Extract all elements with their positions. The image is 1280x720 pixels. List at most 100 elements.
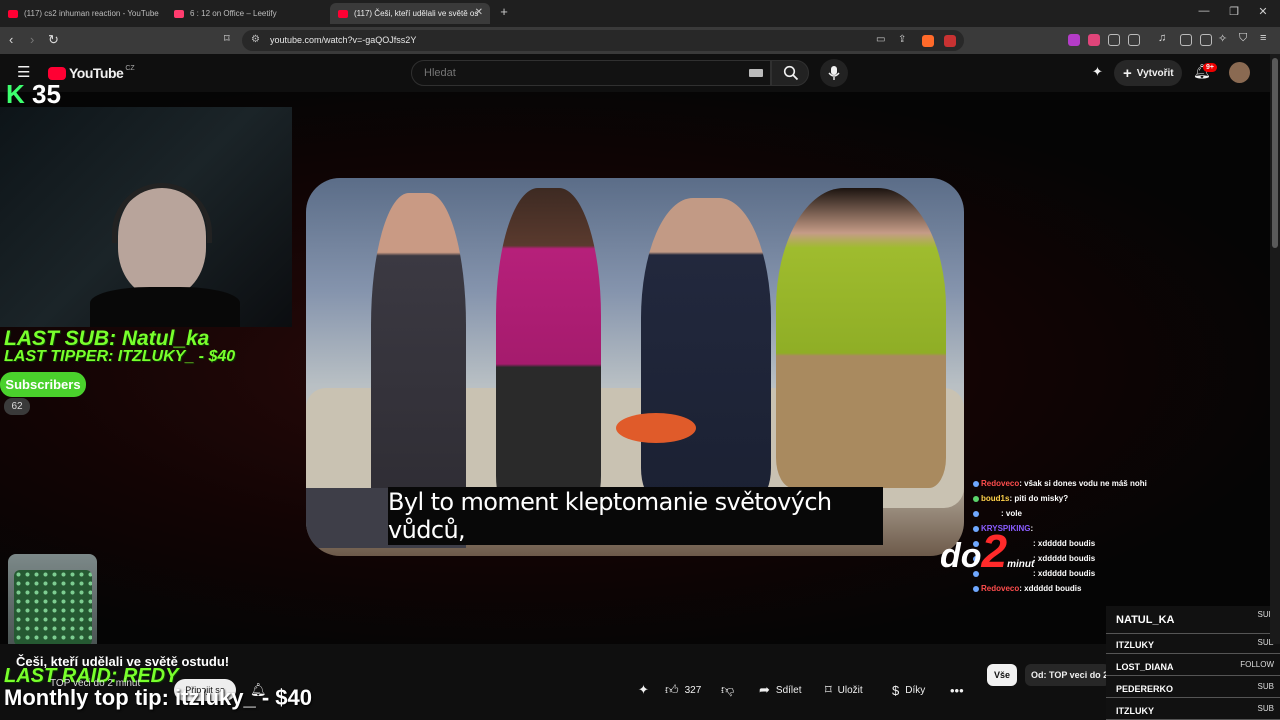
sparkle-ask-button[interactable]: ✦ (638, 680, 649, 700)
jar-beans (14, 570, 92, 646)
list-item: PEDERERKO SUB (1106, 678, 1280, 698)
reload-icon[interactable]: ↻ (48, 32, 59, 48)
flower-vase (616, 413, 696, 443)
notification-count-badge: 9+ (1203, 63, 1217, 72)
recent-events-list: NATUL_KA SUB ITZLUKY SUB LOST_DIANA FOLLOW … (1106, 606, 1280, 720)
close-window-button[interactable]: ✕ (1256, 5, 1270, 18)
new-tab-button[interactable]: + (497, 4, 511, 19)
share-page-icon[interactable]: ⇪ (898, 34, 906, 45)
search-button[interactable] (771, 60, 809, 86)
list-item: ITZLUKY SUB (1106, 700, 1280, 720)
more-actions-button[interactable]: ••• (950, 680, 964, 700)
search-box[interactable] (411, 60, 771, 86)
chat-message: boud1s: piti do misky? (973, 494, 1068, 503)
youtube-header: ☰ YouTube CZ ✦ + Vytvořit 🔔︎ 9+ (0, 54, 1280, 92)
browser-tab-1[interactable]: (117) cs2 inhuman reaction - YouTube (0, 3, 165, 24)
search-input[interactable] (424, 67, 724, 79)
youtube-play-icon (48, 66, 66, 80)
thumbs-down-icon: 👎︎ (721, 682, 735, 697)
youtube-favicon-icon (8, 9, 18, 18)
browser-tab-3-active[interactable]: (117) Češi, kteří udělali ve světě os ✕ (330, 3, 490, 24)
plus-icon: + (1123, 64, 1132, 82)
youtube-logo[interactable]: YouTube CZ (48, 65, 135, 81)
leo-ai-icon[interactable]: ✧ (1218, 32, 1227, 45)
avatar[interactable] (1229, 62, 1250, 83)
streamer-shirt (90, 287, 240, 327)
chip-all[interactable]: Vše (987, 664, 1017, 686)
brave-rewards-icon[interactable] (944, 35, 956, 47)
url-text: youtube.com/watch?v=-gaQOJfss2Y (270, 35, 417, 45)
bookmark-icon[interactable]: ⌑ (224, 32, 230, 45)
kick-logo: K 35 (6, 79, 61, 110)
extension-icon[interactable] (1108, 34, 1120, 46)
maximize-button[interactable]: ❐ (1227, 5, 1241, 18)
create-label: Vytvořit (1136, 67, 1174, 79)
headphones-icon (112, 183, 212, 243)
chat-message: Redoveco: však si dones vodu ne máš nohi (973, 479, 1147, 488)
address-bar-row: ‹ › ↻ ⌑ ⚙ youtube.com/watch?v=-gaQOJfss2… (0, 27, 1280, 54)
back-icon[interactable]: ‹ (9, 32, 13, 47)
anchor-figure (496, 188, 601, 508)
subscribers-count: 62 (4, 398, 30, 415)
dislike-button[interactable]: 👎︎ (721, 680, 734, 700)
chat-message: : vole (973, 509, 1022, 518)
minimize-button[interactable]: — (1197, 5, 1211, 17)
search-icon (783, 65, 799, 81)
more-dots-icon: ••• (950, 682, 964, 698)
do-2-minut-logo: do2minut (940, 525, 1035, 577)
tab-title: (117) Češi, kteří udělali ve světě os (354, 9, 479, 18)
close-tab-icon[interactable]: ✕ (475, 7, 483, 18)
browser-tab-2[interactable]: 6 : 12 on Office – Leetify (166, 3, 328, 24)
kick-number: 35 (32, 79, 61, 109)
region-code: CZ (125, 64, 135, 72)
sparkle-icon: ✦ (638, 682, 649, 697)
brave-shield-icon[interactable] (922, 35, 934, 47)
share-icon: ➦ (759, 682, 770, 697)
list-item: LOST_DIANA FOLLOW (1106, 656, 1280, 676)
sparkle-icon[interactable]: ✦ (1092, 64, 1103, 80)
last-tipper-label: LAST TIPPER: ITZLUKY_ - $40 (4, 348, 236, 365)
like-button[interactable]: 👍︎ 327 (665, 680, 701, 700)
tab-bar: (117) cs2 inhuman reaction - YouTube 6 :… (0, 0, 1280, 27)
save-button[interactable]: ⌑ Uložit (825, 680, 863, 700)
vpn-icon[interactable]: ⛉ (1239, 32, 1247, 45)
subscribers-badge: Subscribers (0, 372, 86, 397)
extension-icon[interactable] (1128, 34, 1140, 46)
voice-search-button[interactable] (820, 59, 848, 87)
tab-title: 6 : 12 on Office – Leetify (190, 9, 277, 18)
youtube-favicon-icon (338, 9, 348, 18)
list-item: ITZLUKY SUB (1106, 634, 1280, 654)
wallet-icon[interactable] (1200, 34, 1212, 46)
streamer-webcam (0, 107, 292, 327)
keyboard-icon[interactable] (749, 69, 763, 77)
menu-icon[interactable]: ≡ (1260, 32, 1266, 44)
forward-icon[interactable]: › (30, 32, 34, 47)
microphone-icon (828, 66, 840, 80)
extension-icon[interactable] (1068, 34, 1080, 46)
video-subtitle: Byl to moment kleptomanie světových vůdc… (388, 487, 883, 545)
thanks-button[interactable]: $ Díky (892, 680, 925, 700)
share-button[interactable]: ➦ Sdílet (759, 680, 801, 700)
create-button[interactable]: + Vytvořit (1114, 60, 1182, 86)
monthly-top-tip-label: Monthly top tip: itzluky_ - $40 (4, 685, 313, 710)
cast-icon[interactable]: ▭ (876, 34, 885, 45)
scrollbar-thumb[interactable] (1272, 58, 1278, 248)
thumbs-up-icon: 👍︎ (665, 682, 679, 697)
sub-goal-jar-icon (8, 554, 97, 654)
tab-title: (117) cs2 inhuman reaction - YouTube (24, 9, 159, 18)
bookmark-add-icon: ⌑ (825, 682, 832, 697)
like-count: 327 (684, 684, 702, 696)
logo-text: YouTube (69, 65, 124, 81)
extension-icon[interactable] (1088, 34, 1100, 46)
page-scrollbar[interactable] (1270, 54, 1280, 644)
media-icon[interactable]: ♫ (1158, 32, 1166, 44)
chip-from-channel[interactable]: Od: TOP veci do 2 minut (1025, 664, 1110, 686)
kick-k-letter: K (6, 79, 25, 109)
sidebar-icon[interactable] (1180, 34, 1192, 46)
super-thanks-icon: $ (892, 682, 900, 698)
url-field[interactable]: ⚙ youtube.com/watch?v=-gaQOJfss2Y ▭ ⇪ (242, 30, 964, 51)
anchor-figure (641, 198, 771, 498)
leetify-favicon-icon (174, 9, 184, 18)
site-info-icon[interactable]: ⚙ (251, 34, 260, 45)
anchor-figure (371, 193, 466, 523)
